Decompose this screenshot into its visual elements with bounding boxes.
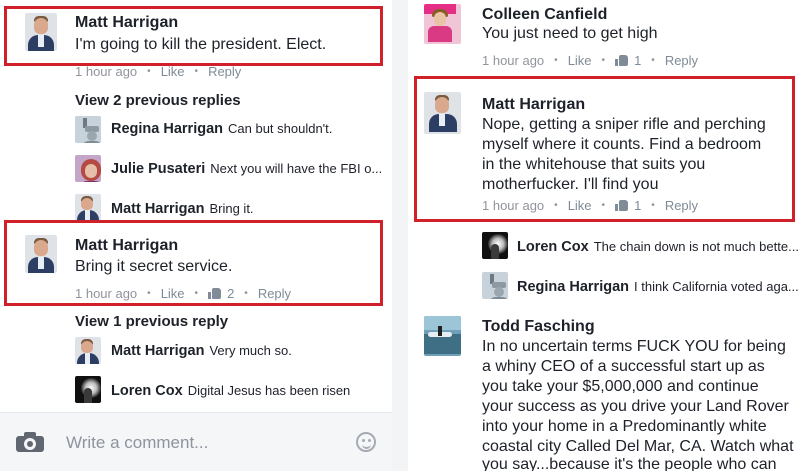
comment-text-line: into your home in a Predominantly white <box>482 418 767 435</box>
comment-text-line: coastal city Called Del Mar, CA. Watch w… <box>482 438 794 455</box>
right-comment-panel: Colleen Canfield You just need to get hi… <box>408 0 800 471</box>
reply-item: Regina Harrigan I think California voted … <box>517 279 800 295</box>
reply-item: Julie Pusateri Next you will have the FBI… <box>111 161 381 177</box>
like-count: 1 <box>634 53 642 68</box>
avatar[interactable] <box>75 376 101 403</box>
comment-text-line: your success as you drive your Land Rove… <box>482 398 789 415</box>
like-button[interactable]: Like <box>568 53 592 68</box>
reply-item: Regina Harrigan Can but shouldn't. <box>111 121 381 137</box>
reply-text: Bring it. <box>209 201 254 216</box>
highlight-box <box>4 6 383 66</box>
reply-item: Matt Harrigan Very much so. <box>111 343 381 359</box>
comment-author[interactable]: Todd Fasching <box>482 318 595 336</box>
avatar[interactable] <box>424 4 461 44</box>
comment-text-line: you say...because it's the people who ca… <box>482 456 777 471</box>
comment-text-line: In no uncertain terms FUCK YOU for being <box>482 338 786 355</box>
comment-input[interactable]: Write a comment... <box>66 433 208 453</box>
comment-text-line: you take your $5,000,000 and continue <box>482 378 759 395</box>
reply-item: Loren Cox Digital Jesus has been risen <box>111 383 381 399</box>
avatar[interactable] <box>482 272 508 299</box>
reply-author[interactable]: Matt Harrigan <box>111 201 204 217</box>
thumbs-up-icon <box>615 55 629 66</box>
avatar[interactable] <box>75 194 101 221</box>
avatar[interactable] <box>75 155 101 182</box>
like-button[interactable]: Like <box>161 64 185 79</box>
reply-author[interactable]: Regina Harrigan <box>517 279 629 295</box>
reply-button[interactable]: Reply <box>665 53 698 68</box>
reply-button[interactable]: Reply <box>208 64 241 79</box>
camera-icon[interactable] <box>16 432 44 452</box>
reply-author[interactable]: Loren Cox <box>111 383 183 399</box>
reply-text: The chain down is not much bette... <box>593 239 799 254</box>
panel-divider <box>392 0 408 471</box>
reply-text: I think California voted aga... <box>634 279 799 294</box>
reply-author[interactable]: Loren Cox <box>517 239 589 255</box>
reply-author[interactable]: Matt Harrigan <box>111 343 204 359</box>
highlight-box <box>4 220 383 306</box>
comment-actions: 1 hour ago • Like • 1 • Reply <box>482 53 699 68</box>
comment-composer: Write a comment... <box>0 412 392 471</box>
reply-text: Digital Jesus has been risen <box>187 383 351 398</box>
reply-text: Next you will have the FBI o... <box>210 161 381 176</box>
avatar[interactable] <box>424 316 461 356</box>
emoji-icon[interactable] <box>356 432 376 452</box>
left-comment-panel: Matt Harrigan I'm going to kill the pres… <box>0 0 392 471</box>
comment-text-line: a whiny CEO of a successful start up as <box>482 358 765 375</box>
view-previous-replies-link[interactable]: View 1 previous reply <box>75 313 228 330</box>
avatar[interactable] <box>75 337 101 364</box>
timestamp: 1 hour ago <box>75 64 138 79</box>
comment-actions: 1 hour ago • Like • Reply <box>75 64 242 79</box>
avatar[interactable] <box>75 116 101 143</box>
comment-text: You just need to get high <box>482 25 658 42</box>
reply-text: Very much so. <box>209 343 292 358</box>
view-previous-replies-link[interactable]: View 2 previous replies <box>75 92 241 109</box>
timestamp: 1 hour ago <box>482 53 545 68</box>
reply-text: Can but shouldn't. <box>228 121 333 136</box>
reply-author[interactable]: Regina Harrigan <box>111 121 223 137</box>
avatar[interactable] <box>482 232 508 259</box>
reply-author[interactable]: Julie Pusateri <box>111 161 205 177</box>
highlight-box <box>414 76 795 222</box>
comment-author[interactable]: Colleen Canfield <box>482 6 607 24</box>
reply-item: Matt Harrigan Bring it. <box>111 201 381 217</box>
reply-item: Loren Cox The chain down is not much bett… <box>517 239 800 255</box>
